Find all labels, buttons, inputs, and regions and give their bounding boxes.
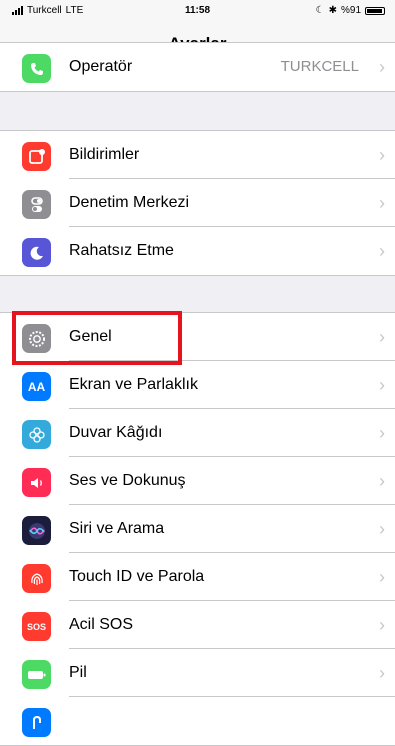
battery-status-icon	[365, 6, 385, 15]
chevron-right-icon: ›	[379, 567, 385, 587]
highlight-box	[12, 311, 182, 365]
settings-row-privacy[interactable]	[0, 697, 395, 745]
settings-row-label: Denetim Merkezi	[69, 194, 190, 211]
phone-icon	[22, 54, 51, 83]
settings-row-label: Acil SOS	[69, 616, 134, 633]
settings-row-sounds[interactable]: Ses ve Dokunuş ›	[0, 457, 395, 505]
bluetooth-icon: ✱	[328, 5, 337, 16]
chevron-right-icon: ›	[379, 57, 385, 77]
wallpaper-icon	[22, 420, 51, 449]
display-icon: AA	[22, 372, 51, 401]
status-bar: Turkcell LTE 11:58 ☾ ✱ %91	[0, 0, 395, 24]
settings-row-notifications[interactable]: Bildirimler ›	[0, 131, 395, 179]
chevron-right-icon: ›	[379, 519, 385, 539]
settings-row-label: Ekran ve Parlaklık	[69, 376, 198, 393]
chevron-right-icon: ›	[379, 471, 385, 491]
settings-row-siri[interactable]: Siri ve Arama ›	[0, 505, 395, 553]
settings-group-network: Operatör TURKCELL ›	[0, 42, 395, 92]
chevron-right-icon: ›	[379, 423, 385, 443]
notifications-icon	[22, 142, 51, 171]
settings-row-do-not-disturb[interactable]: Rahatsız Etme ›	[0, 227, 395, 275]
settings-row-label: Rahatsız Etme	[69, 242, 174, 259]
settings-row-label: Siri ve Arama	[69, 520, 165, 537]
settings-row-emergency-sos[interactable]: SOS Acil SOS ›	[0, 601, 395, 649]
settings-row-label: Ses ve Dokunuş	[69, 472, 186, 489]
settings-row-battery[interactable]: Pil ›	[0, 649, 395, 697]
chevron-right-icon: ›	[379, 327, 385, 347]
settings-row-operator[interactable]: Operatör TURKCELL ›	[0, 43, 395, 91]
settings-row-label: Bildirimler	[69, 146, 140, 163]
chevron-right-icon: ›	[379, 615, 385, 635]
battery-percent: %91	[340, 5, 361, 16]
settings-row-label: Touch ID ve Parola	[69, 568, 205, 585]
settings-row-touch-id[interactable]: Touch ID ve Parola ›	[0, 553, 395, 601]
fingerprint-icon	[22, 564, 51, 593]
sos-icon: SOS	[22, 612, 51, 641]
moon-icon	[22, 238, 51, 267]
chevron-right-icon: ›	[379, 145, 385, 165]
settings-group-notifications: Bildirimler › Denetim Merkezi › Rahatsız…	[0, 130, 395, 276]
siri-icon	[22, 516, 51, 545]
settings-group-general: Genel › AA Ekran ve Parlaklık › Duvar Kâ…	[0, 312, 395, 746]
chevron-right-icon: ›	[379, 193, 385, 213]
settings-row-control-center[interactable]: Denetim Merkezi ›	[0, 179, 395, 227]
status-right: ☾ ✱ %91	[316, 5, 385, 16]
chevron-right-icon: ›	[379, 375, 385, 395]
settings-row-value: TURKCELL	[280, 58, 359, 75]
settings-row-label: Operatör	[69, 58, 133, 75]
settings-row-label: Pil	[69, 664, 87, 681]
settings-row-label: Duvar Kâğıdı	[69, 424, 163, 441]
chevron-right-icon: ›	[379, 241, 385, 261]
settings-row-wallpaper[interactable]: Duvar Kâğıdı ›	[0, 409, 395, 457]
battery-icon	[22, 660, 51, 689]
settings-row-display[interactable]: AA Ekran ve Parlaklık ›	[0, 361, 395, 409]
moon-status-icon: ☾	[315, 5, 325, 16]
sound-icon	[22, 468, 51, 497]
chevron-right-icon: ›	[379, 663, 385, 683]
control-center-icon	[22, 190, 51, 219]
privacy-icon	[22, 708, 51, 737]
